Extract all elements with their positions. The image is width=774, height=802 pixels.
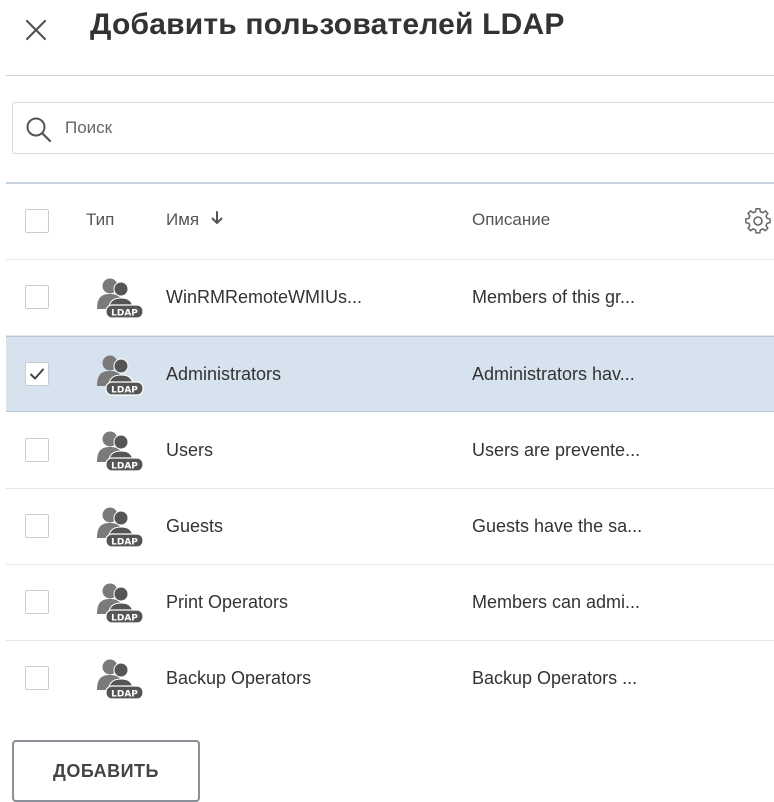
table-row[interactable]: Users Users are prevente... — [6, 413, 774, 489]
close-icon[interactable] — [20, 14, 52, 46]
row-name: Guests — [166, 516, 224, 536]
ldap-group-icon — [96, 582, 144, 624]
row-name: Users — [166, 440, 214, 460]
checkmark-icon — [30, 368, 44, 380]
ldap-group-icon — [96, 354, 144, 396]
row-name: Backup Operators — [166, 668, 312, 688]
row-checkbox[interactable] — [25, 666, 49, 690]
row-checkbox[interactable] — [25, 514, 49, 538]
search-box — [12, 102, 774, 154]
add-button[interactable]: ДОБАВИТЬ — [12, 740, 200, 802]
column-type: Тип — [86, 210, 115, 229]
table-header: Тип Имя Описание — [6, 184, 774, 260]
ldap-group-icon — [96, 277, 144, 319]
row-name: Administrators — [166, 364, 282, 384]
row-checkbox[interactable] — [25, 285, 49, 309]
table-row[interactable]: Guests Guests have the sa... — [6, 489, 774, 565]
ldap-group-icon — [96, 430, 144, 472]
search-icon — [25, 116, 53, 149]
row-name: WinRMRemoteWMIUs... — [166, 287, 363, 307]
table-row[interactable]: WinRMRemoteWMIUs... Members of this gr..… — [6, 260, 774, 336]
row-description: Users are prevente... — [472, 440, 641, 460]
row-description: Members can admi... — [472, 592, 641, 612]
select-all-checkbox[interactable] — [25, 209, 49, 233]
ldap-group-icon — [96, 658, 144, 700]
gear-icon[interactable] — [744, 207, 772, 240]
column-name[interactable]: Имя — [166, 210, 224, 230]
row-description: Members of this gr... — [472, 287, 636, 307]
row-description: Backup Operators ... — [472, 668, 638, 688]
row-checkbox[interactable] — [25, 590, 49, 614]
row-description: Administrators hav... — [472, 364, 635, 384]
ldap-group-icon — [96, 506, 144, 548]
table-row[interactable]: Print Operators Members can admi... — [6, 565, 774, 641]
arrow-down-icon — [211, 211, 223, 224]
column-description: Описание — [472, 210, 551, 229]
row-checkbox-checked[interactable] — [25, 362, 49, 386]
row-checkbox[interactable] — [25, 438, 49, 462]
dialog-header: Добавить пользователей LDAP — [0, 0, 774, 72]
row-name: Print Operators — [166, 592, 289, 612]
table-row[interactable]: Backup Operators Backup Operators ... — [6, 641, 774, 717]
row-description: Guests have the sa... — [472, 516, 643, 536]
dialog-title: Добавить пользователей LDAP — [90, 8, 565, 41]
search-input[interactable] — [65, 103, 665, 153]
column-name-label: Имя — [166, 210, 200, 229]
table-row[interactable]: Administrators Administrators hav... — [6, 336, 774, 412]
header-divider — [6, 75, 774, 76]
